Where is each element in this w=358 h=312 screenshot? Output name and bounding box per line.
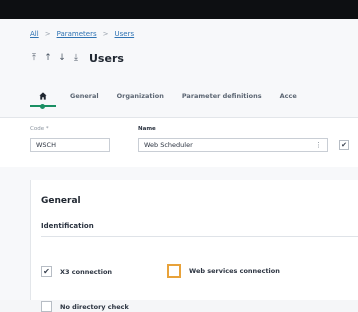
x3-connection-label: X3 connection [60, 267, 113, 276]
no-directory-check-option[interactable]: No directory check [41, 301, 129, 312]
tab-general[interactable]: General [70, 89, 99, 111]
code-label: Code * [30, 126, 49, 132]
breadcrumb-separator: > [44, 30, 51, 38]
name-field[interactable]: Web Scheduler ⋮ [138, 138, 328, 152]
home-icon [39, 92, 47, 100]
active-checkbox[interactable]: ✔ [339, 140, 349, 150]
lookup-icon[interactable]: ⋮ [315, 141, 322, 149]
x3-connection-checkbox[interactable]: ✔ [41, 266, 52, 277]
next-record-icon[interactable]: ↓ [58, 53, 66, 63]
last-record-icon[interactable]: ⤓ [72, 53, 80, 63]
breadcrumb-users[interactable]: Users [115, 30, 135, 38]
general-section: General Identification ✔ X3 connection W… [30, 180, 358, 312]
name-label: Name [138, 126, 156, 132]
breadcrumb: All > Parameters > Users [30, 28, 134, 40]
page-title: Users [89, 51, 124, 65]
tab-organization[interactable]: Organization [117, 89, 164, 111]
page-content: All > Parameters > Users ⤒ ↑ ↓ ⤓ Users G… [0, 19, 358, 312]
name-value: Web Scheduler [144, 141, 193, 149]
no-directory-check-checkbox[interactable] [41, 301, 52, 312]
active-tab-dot [40, 104, 45, 109]
breadcrumb-separator: > [102, 30, 109, 38]
header-fields: Code * WSCH Name Web Scheduler ⋮ ✔ [0, 117, 358, 167]
title-row: ⤒ ↑ ↓ ⤓ Users [30, 50, 124, 66]
previous-record-icon[interactable]: ↑ [44, 53, 52, 63]
top-bar [0, 0, 358, 19]
web-services-option[interactable]: Web services connection [167, 264, 280, 278]
first-record-icon[interactable]: ⤒ [30, 53, 38, 63]
x3-connection-option[interactable]: ✔ X3 connection [41, 266, 112, 277]
tab-home[interactable] [30, 89, 56, 111]
code-field[interactable]: WSCH [30, 138, 110, 152]
no-directory-check-label: No directory check [60, 302, 129, 311]
identification-heading: Identification [41, 222, 94, 230]
tab-access[interactable]: Acce [280, 89, 297, 111]
breadcrumb-all[interactable]: All [30, 30, 39, 38]
section-title: General [41, 196, 81, 206]
divider [41, 236, 358, 237]
web-services-label: Web services connection [189, 267, 280, 275]
code-value: WSCH [36, 141, 56, 149]
web-services-checkbox[interactable] [167, 264, 181, 278]
tab-parameter-definitions[interactable]: Parameter definitions [182, 89, 262, 111]
tab-bar: General Organization Parameter definitio… [30, 89, 358, 111]
breadcrumb-parameters[interactable]: Parameters [57, 30, 97, 38]
